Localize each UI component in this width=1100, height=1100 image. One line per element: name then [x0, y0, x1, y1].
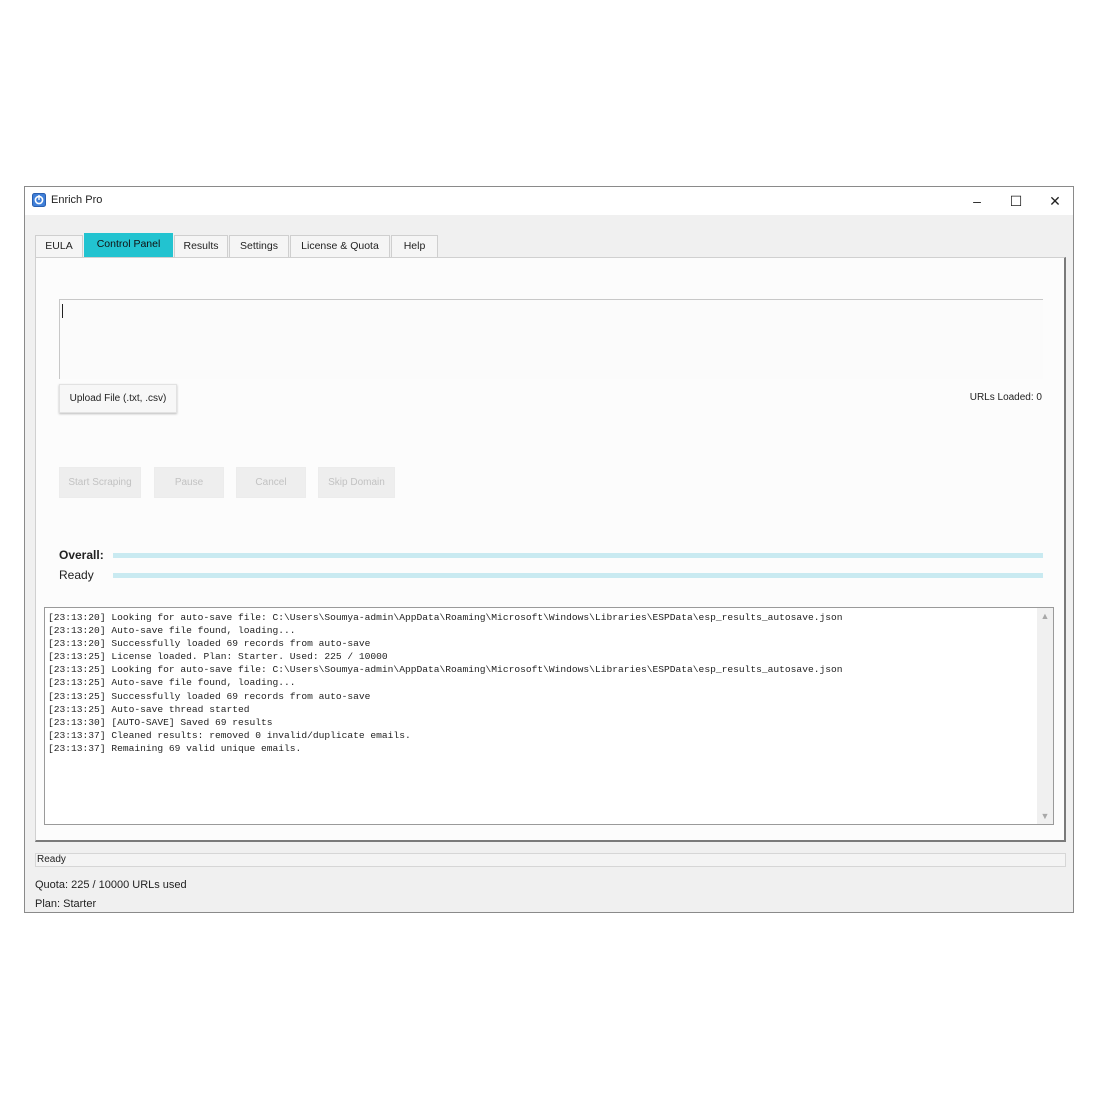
overall-label: Overall: — [59, 548, 104, 562]
log-lines: [23:13:20] Looking for auto-save file: C… — [48, 611, 843, 755]
log-line: [23:13:37] Cleaned results: removed 0 in… — [48, 729, 411, 741]
window-title: Enrich Pro — [51, 194, 103, 206]
log-line: [23:13:25] Looking for auto-save file: C… — [48, 664, 843, 676]
upload-file-button[interactable]: Upload File (.txt, .csv) — [59, 384, 177, 413]
log-line: [23:13:25] Auto-save file found, loading… — [48, 677, 296, 689]
scroll-down-icon[interactable]: ▼ — [1037, 808, 1053, 824]
status-bar: Ready — [35, 853, 1066, 867]
plan-text: Plan: Starter — [35, 898, 97, 910]
pause-button[interactable]: Pause — [154, 467, 224, 498]
log-line: [23:13:25] Successfully loaded 69 record… — [48, 690, 371, 702]
status-label: Ready — [59, 568, 94, 582]
maximize-button[interactable]: ☐ — [996, 187, 1036, 215]
quota-text: Quota: 225 / 10000 URLs used — [35, 879, 187, 891]
scroll-up-icon[interactable]: ▲ — [1037, 608, 1053, 624]
close-icon: ✕ — [1049, 193, 1061, 209]
tab-results[interactable]: Results — [174, 235, 228, 257]
cancel-button[interactable]: Cancel — [236, 467, 306, 498]
log-output[interactable]: [23:13:20] Looking for auto-save file: C… — [44, 607, 1054, 825]
app-window: Enrich Pro – ☐ ✕ EULA Control Panel Resu… — [24, 186, 1074, 913]
close-button[interactable]: ✕ — [1035, 187, 1075, 215]
overall-progress-bar — [113, 553, 1043, 558]
skip-domain-button[interactable]: Skip Domain — [318, 467, 395, 498]
start-scraping-button[interactable]: Start Scraping — [59, 467, 141, 498]
tab-license-quota[interactable]: License & Quota — [290, 235, 390, 257]
text-caret — [62, 304, 63, 318]
tab-eula[interactable]: EULA — [35, 235, 83, 257]
urls-loaded-counter: URLs Loaded: 0 — [969, 392, 1042, 403]
minimize-icon: – — [973, 193, 981, 209]
maximize-icon: ☐ — [1009, 193, 1023, 209]
tab-help[interactable]: Help — [391, 235, 438, 257]
log-scrollbar[interactable]: ▲ ▼ — [1037, 608, 1053, 824]
enrich-pro-logo-icon — [32, 193, 46, 207]
log-line: [23:13:30] [AUTO-SAVE] Saved 69 results — [48, 716, 273, 728]
title-bar[interactable]: Enrich Pro – ☐ ✕ — [25, 187, 1073, 215]
log-line: [23:13:25] Auto-save thread started — [48, 703, 250, 715]
log-line: [23:13:20] Successfully loaded 69 record… — [48, 638, 371, 650]
status-progress-bar — [113, 573, 1043, 578]
log-line: [23:13:20] Looking for auto-save file: C… — [48, 612, 843, 623]
log-line: [23:13:25] License loaded. Plan: Starter… — [48, 651, 388, 663]
url-input[interactable] — [59, 299, 1043, 379]
tab-settings[interactable]: Settings — [229, 235, 289, 257]
tab-control-panel[interactable]: Control Panel — [84, 233, 173, 257]
log-line: [23:13:37] Remaining 69 valid unique ema… — [48, 742, 302, 754]
control-panel: Upload File (.txt, .csv) URLs Loaded: 0 … — [35, 257, 1066, 842]
log-line: [23:13:20] Auto-save file found, loading… — [48, 625, 296, 637]
minimize-button[interactable]: – — [957, 187, 997, 215]
